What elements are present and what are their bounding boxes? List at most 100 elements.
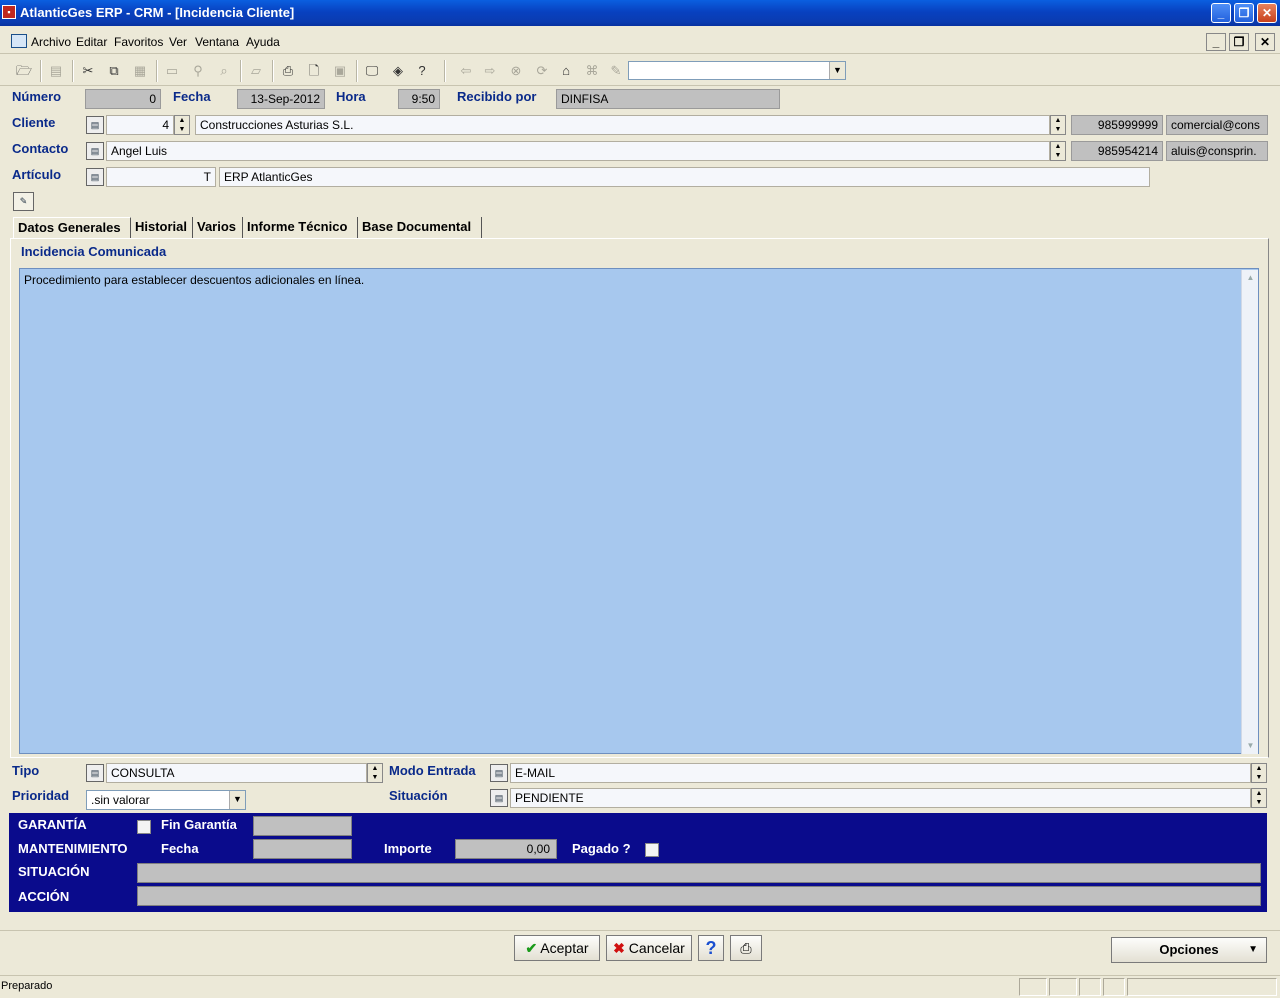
numero-field[interactable]: 0 — [85, 89, 161, 109]
back-arrow-icon[interactable]: ⇦ — [456, 61, 476, 81]
tab-historial[interactable]: Historial — [131, 217, 193, 239]
cliente-email-field[interactable]: comercial@cons — [1166, 115, 1268, 135]
diamond-icon[interactable]: ◈ — [388, 61, 408, 81]
menu-ayuda[interactable]: Ayuda — [246, 35, 280, 49]
cliente-phone-field[interactable]: 985999999 — [1071, 115, 1163, 135]
fecha-mant-field[interactable] — [253, 839, 352, 859]
edit-icon[interactable]: ✎ — [606, 61, 626, 81]
menu-editar[interactable]: Editar — [76, 35, 107, 49]
menu-archivo[interactable]: Archivo — [31, 35, 71, 49]
notes-icon[interactable]: ✎ — [13, 192, 34, 211]
aceptar-button[interactable]: ✔ Aceptar — [514, 935, 600, 961]
eraser-icon[interactable]: ▱ — [246, 61, 266, 81]
scroll-up-icon[interactable]: ▲ — [1242, 270, 1259, 286]
print-button[interactable]: ⎙ — [730, 935, 762, 961]
address-combo[interactable]: ▼ — [628, 61, 846, 80]
recibido-label: Recibido por — [457, 89, 537, 104]
warranty-band: GARANTÍA Fin Garantía MANTENIMIENTO Fech… — [9, 813, 1267, 912]
cut-icon[interactable]: ✂ — [78, 61, 98, 81]
contacto-name-field[interactable]: Angel Luis — [106, 141, 1050, 161]
mdi-minimize-button[interactable]: _ — [1206, 33, 1226, 51]
situacion-field[interactable]: PENDIENTE — [510, 788, 1251, 808]
cliente-code-field[interactable]: 4 — [106, 115, 174, 135]
opciones-label: Opciones — [1159, 942, 1219, 957]
tab-informe-tecnico[interactable]: Informe Técnico — [243, 217, 358, 239]
menu-favoritos[interactable]: Favoritos — [114, 35, 163, 49]
situacion-band-field[interactable] — [137, 863, 1261, 883]
chevron-down-icon[interactable]: ▼ — [229, 791, 245, 809]
tab-base-documental[interactable]: Base Documental — [358, 217, 482, 239]
pagado-checkbox[interactable] — [645, 843, 659, 857]
cross-icon: ✖ — [613, 940, 625, 956]
articulo-name-field[interactable]: ERP AtlanticGes — [219, 167, 1150, 187]
menu-ver[interactable]: Ver — [169, 35, 187, 49]
hora-field[interactable]: 9:50 — [398, 89, 440, 109]
forward-arrow-icon[interactable]: ⇨ — [480, 61, 500, 81]
binoculars-icon[interactable]: ⚲ — [188, 61, 208, 81]
contacto-lookup-icon[interactable]: ▤ — [86, 142, 104, 160]
search-icon[interactable]: ⌕ — [214, 61, 234, 81]
garantia-checkbox[interactable] — [137, 820, 151, 834]
tipo-label: Tipo — [12, 763, 40, 778]
articulo-lookup-icon[interactable]: ▤ — [86, 168, 104, 186]
cancelar-button[interactable]: ✖ Cancelar — [606, 935, 692, 961]
aceptar-label: Aceptar — [540, 940, 589, 956]
copy-icon[interactable]: ⧉ — [104, 61, 124, 81]
fecha-label: Fecha — [173, 89, 211, 104]
close-button[interactable]: ✕ — [1257, 3, 1277, 23]
refresh-icon[interactable]: ⟳ — [532, 61, 552, 81]
preview-icon[interactable]: 🗋 — [304, 61, 324, 81]
accion-label: ACCIÓN — [18, 889, 70, 904]
modo-entrada-field[interactable]: E-MAIL — [510, 763, 1251, 783]
save-icon[interactable]: ▣ — [330, 61, 350, 81]
articulo-code-field[interactable]: T — [106, 167, 216, 187]
mdi-restore-button[interactable]: ❐ — [1229, 33, 1249, 51]
importe-field[interactable]: 0,00 — [455, 839, 557, 859]
monitor-icon[interactable]: 🖵 — [362, 61, 382, 81]
cliente-name-field[interactable]: Construcciones Asturias S.L. — [195, 115, 1050, 135]
incidencia-scrollbar[interactable]: ▲ ▼ — [1241, 270, 1258, 754]
cliente-spinner[interactable]: ▲ ▼ — [174, 115, 190, 135]
incidencia-textarea[interactable]: Procedimiento para establecer descuentos… — [19, 268, 1259, 754]
mantenimiento-label: MANTENIMIENTO — [18, 841, 128, 856]
mdi-close-button[interactable]: ✕ — [1255, 33, 1275, 51]
restore-button[interactable]: ❐ — [1234, 3, 1254, 23]
scroll-down-icon[interactable]: ▼ — [1242, 738, 1259, 754]
document-icon[interactable] — [11, 34, 27, 48]
tab-datos-generales[interactable]: Datos Generales — [13, 217, 131, 239]
importe-label: Importe — [384, 841, 432, 856]
tipo-spinner[interactable]: ▲ ▼ — [367, 763, 383, 783]
menu-ventana[interactable]: Ventana — [195, 35, 239, 49]
minimize-button[interactable]: _ — [1211, 3, 1231, 23]
cliente-name-spinner[interactable]: ▲ ▼ — [1050, 115, 1066, 135]
situacion-spinner[interactable]: ▲ ▼ — [1251, 788, 1267, 808]
tipo-field[interactable]: CONSULTA — [106, 763, 367, 783]
incidencia-label: Incidencia Comunicada — [21, 244, 167, 259]
help-button[interactable]: ? — [698, 935, 724, 961]
open-folder-icon[interactable]: 🗁 — [14, 61, 34, 81]
stop-icon[interactable]: ⊗ — [506, 61, 526, 81]
help-icon[interactable]: ? — [412, 61, 432, 81]
modo-spinner[interactable]: ▲ ▼ — [1251, 763, 1267, 783]
paste-icon[interactable]: ▦ — [130, 61, 150, 81]
history-icon[interactable]: ⌘ — [582, 61, 602, 81]
printer-icon[interactable]: ⎙ — [278, 61, 298, 81]
cliente-lookup-icon[interactable]: ▤ — [86, 116, 104, 134]
prioridad-label: Prioridad — [12, 788, 70, 803]
contacto-phone-field[interactable]: 985954214 — [1071, 141, 1163, 161]
recibido-field[interactable]: DINFISA — [556, 89, 780, 109]
fecha-field[interactable]: 13-Sep-2012 — [237, 89, 325, 109]
tipo-lookup-icon[interactable]: ▤ — [86, 764, 104, 782]
situacion-lookup-icon[interactable]: ▤ — [490, 789, 508, 807]
new-record-icon[interactable]: ▤ — [46, 61, 66, 81]
contacto-email-field[interactable]: aluis@consprin. — [1166, 141, 1268, 161]
home-icon[interactable]: ⌂ — [556, 61, 576, 81]
tab-varios[interactable]: Varios — [193, 217, 243, 239]
accion-field[interactable] — [137, 886, 1261, 906]
fin-garantia-field[interactable] — [253, 816, 352, 836]
prioridad-select[interactable]: .sin valorar ▼ — [86, 790, 246, 810]
opciones-button[interactable]: Opciones ▼ — [1111, 937, 1267, 963]
print-preview-icon[interactable]: ▭ — [162, 61, 182, 81]
modo-lookup-icon[interactable]: ▤ — [490, 764, 508, 782]
contacto-spinner[interactable]: ▲ ▼ — [1050, 141, 1066, 161]
